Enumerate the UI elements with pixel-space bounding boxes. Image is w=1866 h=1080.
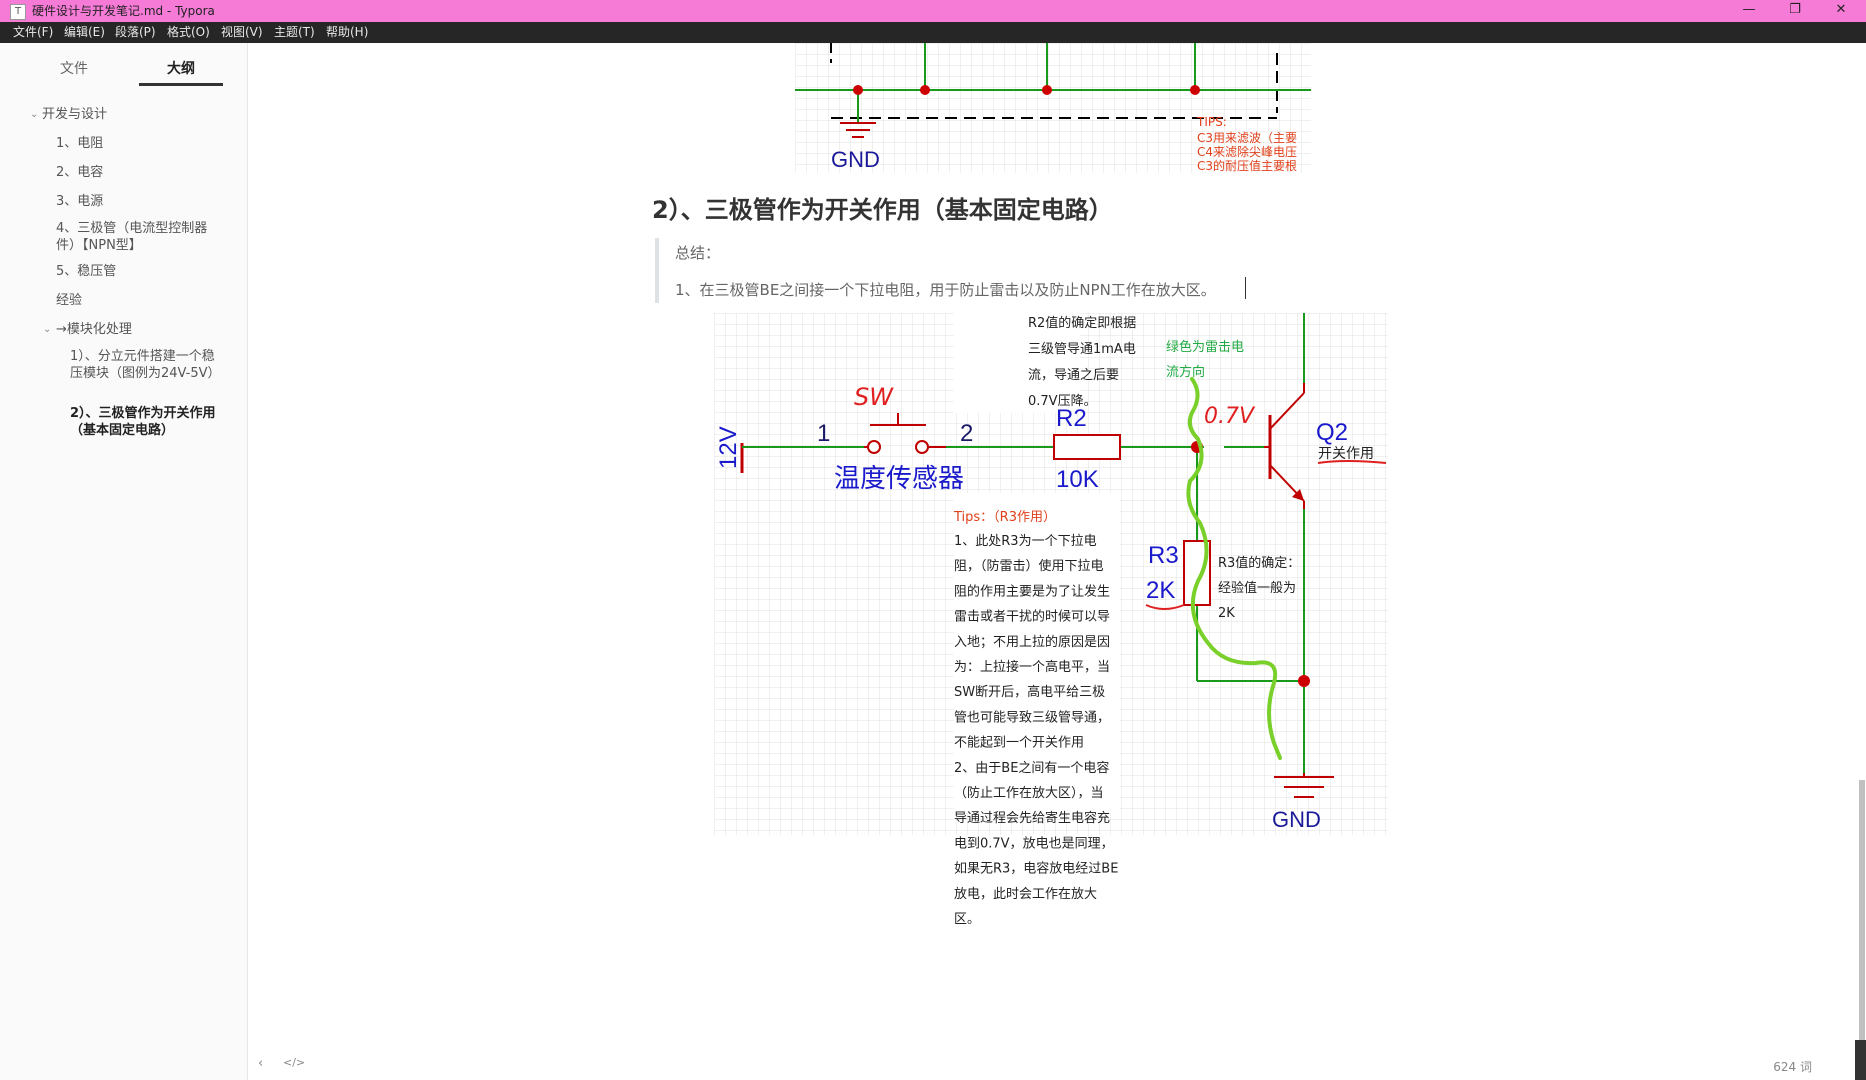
top-tips-line: C4来滤除尖峰电压 <box>1197 144 1297 159</box>
menu-format[interactable]: 格式(O) <box>167 22 210 43</box>
menu-bar: 文件(F) 编辑(E) 段落(P) 格式(O) 视图(V) 主题(T) 帮助(H… <box>0 22 1866 43</box>
menu-help[interactable]: 帮助(H) <box>326 22 368 43</box>
tips-title: Tips：（R3作用） <box>953 510 1056 525</box>
q2-note: 开关作用 <box>1318 446 1374 462</box>
outline-item-module[interactable]: →模块化处理 <box>56 321 132 338</box>
r2-note-line: 0.7V压降。 <box>1028 394 1097 409</box>
r3-value-label: 2K <box>1146 577 1175 604</box>
tips-line: 雷击或者干扰的时候可以导 <box>954 609 1110 625</box>
close-button[interactable]: ✕ <box>1818 0 1864 22</box>
green-note-line: 流方向 <box>1166 364 1205 380</box>
top-tips-title: TIPS: <box>1196 115 1227 129</box>
tips-line: 区。 <box>954 912 980 927</box>
title-bar: T 硬件设计与开发笔记.md - Typora — ❐ ✕ <box>0 0 1866 22</box>
pin1-label: 1 <box>817 420 830 447</box>
tips-line: 导通过程会先给寄生电容充 <box>954 810 1110 826</box>
editor-scrollbar-thumb[interactable] <box>1859 780 1865 1070</box>
chevron-down-icon[interactable]: ⌄ <box>30 106 38 123</box>
tips-line: 放电，此时会工作在放大 <box>954 887 1097 902</box>
maximize-button[interactable]: ❐ <box>1772 0 1818 22</box>
junction-dot <box>1042 85 1052 95</box>
chevron-down-icon[interactable]: ⌄ <box>43 321 51 338</box>
sw-handwritten-label: SW <box>854 383 894 411</box>
tab-outline[interactable]: 大纲 <box>167 58 195 78</box>
summary-blockquote: 总结： 1、在三极管BE之间接一个下拉电阻，用于防止雷击以及防止NPN工作在放大… <box>655 238 1259 303</box>
outline-item-resistor[interactable]: 1、电阻 <box>56 135 103 152</box>
r3-label: R3 <box>1148 542 1179 569</box>
junction-dot <box>853 85 863 95</box>
outline-item-zener[interactable]: 5、稳压管 <box>56 263 116 280</box>
green-note-line: 绿色为雷击电 <box>1166 339 1244 355</box>
status-bar: ‹ </> 624 词 <box>248 1050 1858 1080</box>
outline-item-capacitor[interactable]: 2、电容 <box>56 164 103 181</box>
tips-line: 如果无R3，电容放电经过BE <box>954 861 1118 877</box>
tab-active-underline <box>139 83 223 86</box>
tips-line: 管也可能导致三级管导通， <box>954 710 1110 725</box>
r2-note-line: 三级管导通1mA电 <box>1028 342 1136 357</box>
menu-paragraph[interactable]: 段落(P) <box>115 22 156 43</box>
r2-label: R2 <box>1056 405 1087 432</box>
tips-line: 阻的作用主要是为了让发生 <box>954 583 1110 599</box>
menu-file[interactable]: 文件(F) <box>13 22 53 43</box>
quote-line: 总结： <box>675 244 721 262</box>
junction-dot <box>920 85 930 95</box>
tips-line: 2、由于BE之间有一个电容 <box>954 760 1109 776</box>
top-circuit-figure: GND TIPS: C3用来滤波（主要 C4来滤除尖峰电压 C3的耐压值主要根 <box>795 43 1311 173</box>
minimize-button[interactable]: — <box>1726 0 1772 22</box>
chevron-left-icon[interactable]: ‹ <box>258 1056 263 1071</box>
r3-note-line: R3值的确定： <box>1218 555 1300 571</box>
source-12v-label: 12V <box>715 426 742 469</box>
outline-item-power[interactable]: 3、电源 <box>56 193 103 210</box>
tips-line: 为：上拉接一个高电平，当 <box>954 659 1110 675</box>
tab-files[interactable]: 文件 <box>60 58 88 78</box>
outline-item-design[interactable]: 开发与设计 <box>42 106 107 123</box>
switch-circuit-figure: 12V 1 2 SW 温度传感器 R2 10K R3 2K Q2 开关作用 GN… <box>714 313 1388 927</box>
top-gnd-label: GND <box>831 147 880 172</box>
top-tips-line: C3的耐压值主要根 <box>1197 158 1297 173</box>
tips-line: （防止工作在放大区），当 <box>954 785 1104 801</box>
r2-value-label: 10K <box>1056 466 1099 493</box>
q2-label: Q2 <box>1316 419 1348 446</box>
r2-note-line: R2值的确定即根据 <box>1028 315 1136 331</box>
window-title: 硬件设计与开发笔记.md - Typora <box>32 4 215 18</box>
top-tips-line: C3用来滤波（主要 <box>1197 131 1297 145</box>
text-cursor <box>1245 277 1246 299</box>
menu-edit[interactable]: 编辑(E) <box>64 22 105 43</box>
quote-line: 1、在三极管BE之间接一个下拉电阻，用于防止雷击以及防止NPN工作在放大区。 <box>675 281 1216 299</box>
typora-app-icon: T <box>10 4 26 20</box>
word-count[interactable]: 624 词 <box>1773 1058 1812 1075</box>
tips-line: 电到0.7V，放电也是同理， <box>954 836 1114 851</box>
corner-scroll-handle[interactable] <box>1855 1040 1866 1080</box>
section-heading: 2）、三极管作为开关作用（基本固定电路） <box>652 196 1113 224</box>
r3-note-line: 2K <box>1218 606 1235 621</box>
gnd-label: GND <box>1272 807 1321 832</box>
outline-item-experience[interactable]: 经验 <box>56 292 82 309</box>
tips-line: 不能起到一个开关作用 <box>954 736 1084 751</box>
tips-line: 1、此处R3为一个下拉电 <box>954 534 1097 549</box>
tips-line: 阻，（防雷击）使用下拉电 <box>954 558 1104 574</box>
tips-line: SW断开后，高电平给三极 <box>954 684 1105 700</box>
code-icon[interactable]: </> <box>283 1056 305 1069</box>
outline-item-transistor[interactable]: 4、三极管（电流型控制器件）【NPN型】 <box>56 220 226 254</box>
r2-note-line: 流，导通之后要 <box>1028 368 1119 383</box>
outline-item-transistor-switch[interactable]: 2）、三极管作为开关作用（基本固定电路） <box>70 405 225 439</box>
sidebar <box>0 43 248 1080</box>
sensor-label: 温度传感器 <box>834 464 964 494</box>
voltage-07v-handwritten: 0.7V <box>1204 404 1256 429</box>
tips-line: 入地；不用上拉的原因是因 <box>954 634 1110 650</box>
outline-item-regulator-module[interactable]: 1）、分立元件搭建一个稳压模块（图例为24V-5V） <box>70 348 225 382</box>
junction-dot <box>1190 85 1200 95</box>
menu-theme[interactable]: 主题(T) <box>274 22 315 43</box>
r3-note-line: 经验值一般为 <box>1218 580 1296 596</box>
menu-view[interactable]: 视图(V) <box>221 22 263 43</box>
pin2-label: 2 <box>960 420 973 447</box>
junction-dot <box>1298 675 1310 687</box>
